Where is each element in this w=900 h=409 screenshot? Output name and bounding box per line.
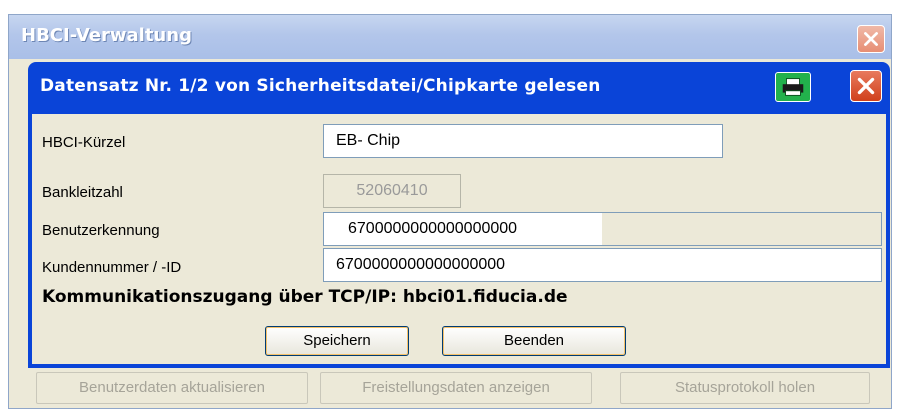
blz-field: 52060410 xyxy=(323,174,461,208)
kunde-field[interactable]: 6700000000000000000 xyxy=(323,248,882,282)
outer-window-title: HBCI-Verwaltung xyxy=(21,25,192,46)
print-button[interactable] xyxy=(775,72,811,102)
dialog-close-button[interactable] xyxy=(850,70,882,102)
close-icon xyxy=(857,77,875,95)
outer-title-bar[interactable]: HBCI-Verwaltung xyxy=(9,15,891,59)
kuerzel-label: HBCI-Kürzel xyxy=(42,134,126,151)
dialog-title: Datensatz Nr. 1/2 von Sicherheitsdatei/C… xyxy=(40,76,601,96)
printer-icon xyxy=(782,78,804,96)
outer-close-button[interactable] xyxy=(857,25,885,53)
benutzer-label: Benutzerkennung xyxy=(42,222,160,239)
close-dialog-button[interactable]: Beenden xyxy=(442,326,626,356)
blz-value: 52060410 xyxy=(356,182,428,199)
fetch-log-button[interactable]: Statusprotokoll holen xyxy=(620,372,870,404)
update-user-button[interactable]: Benutzerdaten aktualisieren xyxy=(36,372,308,404)
benutzer-value: 6700000000000000000 xyxy=(348,220,518,237)
kuerzel-value: EB- Chip xyxy=(336,132,401,149)
close-icon xyxy=(864,32,878,46)
dialog-body: HBCI-Kürzel EB- Chip Bankleitzahl 520604… xyxy=(32,114,886,364)
blz-label: Bankleitzahl xyxy=(42,184,123,201)
kuerzel-field[interactable]: EB- Chip xyxy=(323,124,723,158)
communication-info: Kommunikationszugang über TCP/IP: hbci01… xyxy=(42,287,568,307)
save-button[interactable]: Speichern xyxy=(265,326,409,356)
datensatz-dialog: Datensatz Nr. 1/2 von Sicherheitsdatei/C… xyxy=(28,62,890,368)
kunde-label: Kundennummer / -ID xyxy=(42,259,182,276)
show-exemptions-button[interactable]: Freistellungsdaten anzeigen xyxy=(320,372,592,404)
kunde-value: 6700000000000000000 xyxy=(336,256,506,273)
benutzer-field[interactable]: 6700000000000000000 xyxy=(323,212,882,246)
